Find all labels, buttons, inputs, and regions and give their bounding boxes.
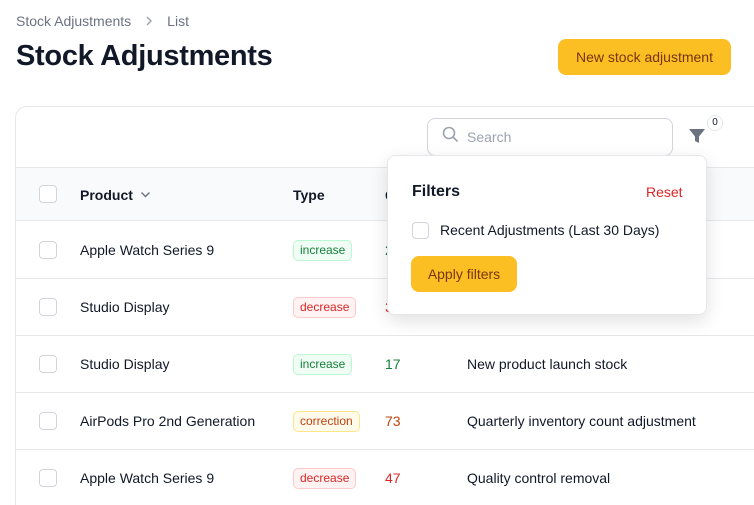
product-cell: Apple Watch Series 9 [80, 470, 215, 486]
reason-cell: Quarterly inventory count adjustment [467, 413, 696, 429]
filters-popover: Filters Reset Recent Adjustments (Last 3… [387, 155, 707, 315]
reason-cell: New product launch stock [467, 356, 628, 372]
row-checkbox[interactable] [39, 469, 57, 487]
type-badge: decrease [293, 297, 357, 318]
recent-adjustments-label[interactable]: Recent Adjustments (Last 30 Days) [440, 222, 659, 238]
product-cell: Studio Display [80, 356, 170, 372]
breadcrumb-item-stock-adjustments[interactable]: Stock Adjustments [16, 13, 131, 29]
product-cell: Studio Display [80, 299, 170, 315]
breadcrumb: Stock Adjustments List [16, 13, 189, 29]
quantity-cell: 47 [385, 470, 401, 486]
page-title: Stock Adjustments [16, 40, 273, 72]
reset-filters-button[interactable]: Reset [646, 184, 683, 200]
filter-icon[interactable] [688, 127, 706, 145]
breadcrumb-item-list: List [167, 13, 189, 29]
table-row[interactable]: Apple Watch Series 9 decrease 47 Quality co… [16, 450, 754, 505]
column-header-type: Type [293, 187, 325, 203]
type-badge: decrease [293, 468, 357, 489]
product-cell: Apple Watch Series 9 [80, 242, 215, 258]
row-checkbox[interactable] [39, 355, 57, 373]
search-icon [442, 126, 459, 148]
select-all-checkbox[interactable] [39, 185, 57, 203]
column-header-product[interactable]: Product [80, 187, 151, 203]
row-checkbox[interactable] [39, 298, 57, 316]
search-input[interactable] [467, 129, 647, 145]
filter-count-badge: 0 [707, 115, 723, 131]
type-badge: correction [293, 411, 360, 432]
row-checkbox[interactable] [39, 412, 57, 430]
chevron-right-icon [144, 14, 154, 29]
reason-cell: Quality control removal [467, 470, 611, 486]
chevron-down-icon [140, 187, 151, 203]
type-badge: increase [293, 354, 353, 375]
new-stock-adjustment-button[interactable]: New stock adjustment [558, 39, 731, 75]
product-cell: AirPods Pro 2nd Generation [80, 413, 256, 429]
search-field[interactable] [427, 118, 673, 156]
quantity-cell: 73 [385, 413, 401, 429]
type-badge: increase [293, 240, 353, 261]
recent-adjustments-checkbox[interactable] [412, 222, 429, 239]
table-row[interactable]: AirPods Pro 2nd Generation correction 73 Qu… [16, 393, 754, 450]
apply-filters-button[interactable]: Apply filters [411, 256, 517, 292]
table-row[interactable]: Studio Display increase 17 New product laun… [16, 336, 754, 393]
filters-title: Filters [412, 183, 461, 200]
row-checkbox[interactable] [39, 241, 57, 259]
quantity-cell: 17 [385, 356, 401, 372]
